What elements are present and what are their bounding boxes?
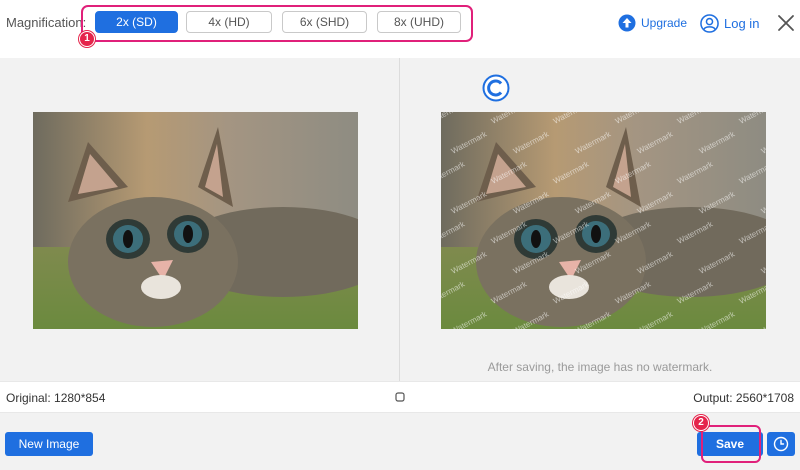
login-label: Log in bbox=[724, 15, 760, 31]
step-1-badge: 1 bbox=[79, 31, 95, 47]
info-bar: Original: 1280*854 Output: 2560*1708 bbox=[0, 381, 800, 413]
upgrade-link[interactable]: Upgrade bbox=[618, 14, 687, 32]
step-2-badge: 2 bbox=[693, 415, 709, 431]
magnification-2x-button[interactable]: 2x (SD) bbox=[95, 11, 178, 33]
compare-icon[interactable] bbox=[395, 392, 405, 402]
new-image-button[interactable]: New Image bbox=[5, 432, 93, 456]
magnification-label: Magnification: bbox=[6, 15, 87, 30]
magnification-6x-button[interactable]: 6x (SHD) bbox=[282, 11, 367, 33]
upgrade-icon bbox=[618, 14, 636, 32]
preview-divider bbox=[399, 58, 400, 381]
user-icon bbox=[700, 13, 719, 33]
magnification-8x-button[interactable]: 8x (UHD) bbox=[377, 11, 461, 33]
original-size-label: Original: 1280*854 bbox=[6, 391, 106, 405]
magnification-4x-button[interactable]: 4x (HD) bbox=[186, 11, 272, 33]
clock-icon bbox=[773, 436, 789, 452]
preview-area: Watermark Watermark Watermark Watermark Wate… bbox=[0, 58, 800, 381]
watermark-note: After saving, the image has no watermark… bbox=[487, 360, 713, 374]
original-image bbox=[33, 112, 358, 329]
save-button[interactable]: Save bbox=[697, 432, 763, 456]
login-link[interactable]: Log in bbox=[700, 13, 759, 33]
output-size-label: Output: 2560*1708 bbox=[693, 391, 794, 405]
upgrade-label: Upgrade bbox=[641, 16, 688, 30]
history-button[interactable] bbox=[767, 432, 795, 456]
output-image: Watermark Watermark Watermark Watermark Wate… bbox=[441, 112, 766, 329]
close-icon[interactable] bbox=[776, 13, 796, 33]
copyright-icon bbox=[482, 74, 510, 102]
top-toolbar: Magnification: 2x (SD) 4x (HD) 6x (SHD) … bbox=[0, 0, 800, 47]
bottom-bar: New Image Save 2 bbox=[0, 413, 800, 470]
